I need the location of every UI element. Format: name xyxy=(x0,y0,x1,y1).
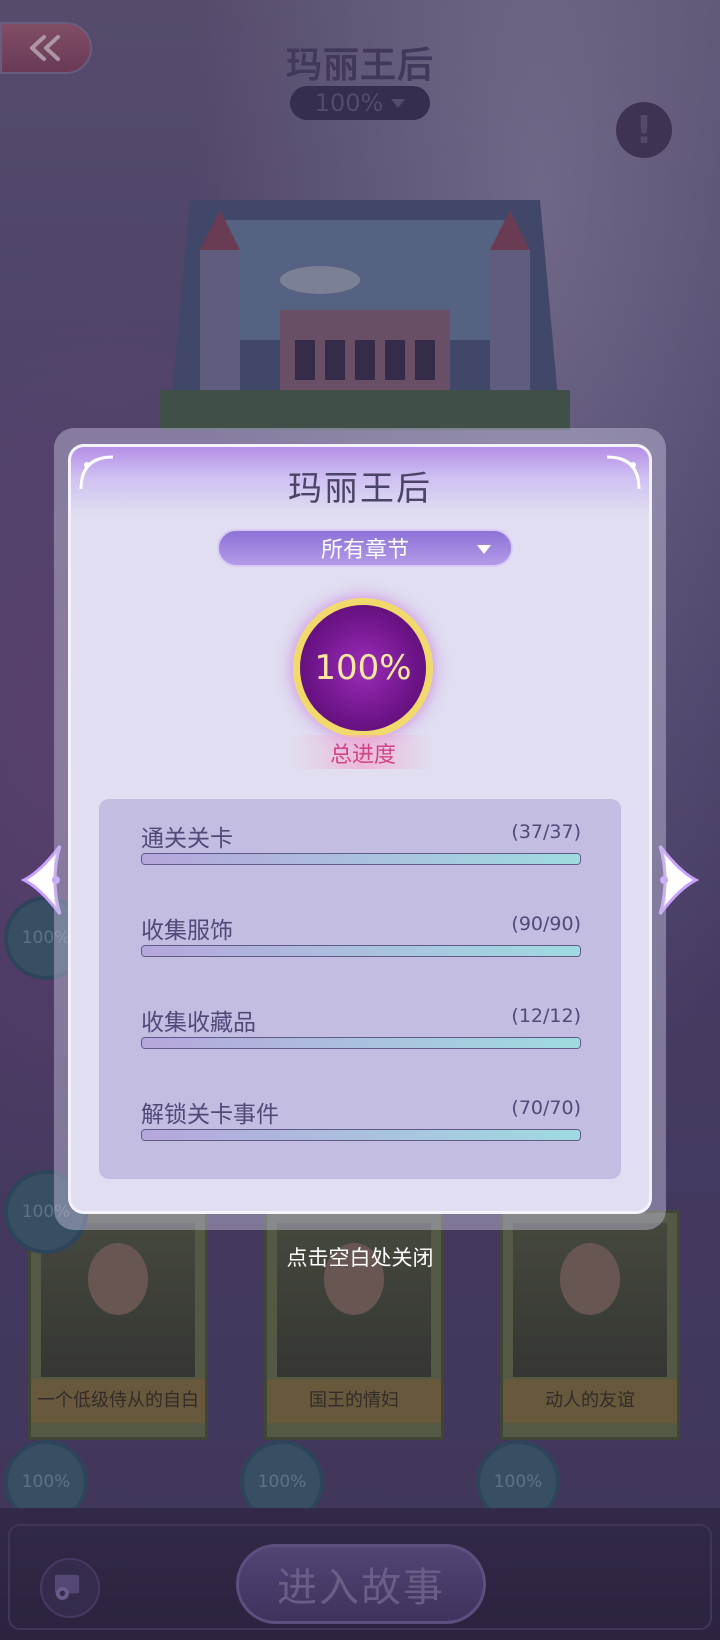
stat-name: 解锁关卡事件 xyxy=(141,1102,279,1128)
stat-name: 收集收藏品 xyxy=(141,1010,256,1036)
overall-progress-label: 总进度 xyxy=(329,743,396,768)
stat-row: 解锁关卡事件 (70/70) xyxy=(141,1095,581,1155)
stat-progress-bar xyxy=(141,1037,581,1049)
stat-progress-bar xyxy=(141,853,581,865)
chapter-select-value: 所有章节 xyxy=(320,538,409,563)
stats-panel: 通关关卡 (37/37) 收集服饰 (90/90) 收集收藏品 (12/12) … xyxy=(99,799,621,1179)
stat-row: 通关关卡 (37/37) xyxy=(141,819,581,879)
overall-progress-value: 100% xyxy=(314,648,412,688)
progress-modal: 玛丽王后 所有章节 100% 总进度 通关关卡 (37/37) 收集服饰 (90… xyxy=(68,444,652,1214)
stat-count: (37/37) xyxy=(511,821,581,843)
chapter-select[interactable]: 所有章节 xyxy=(217,529,513,567)
modal-title: 玛丽王后 xyxy=(288,469,432,509)
stat-count: (90/90) xyxy=(511,913,581,935)
overall-progress-ring: 100% xyxy=(293,598,433,738)
stat-progress-bar xyxy=(141,1129,581,1141)
stat-progress-bar xyxy=(141,945,581,957)
stat-count: (70/70) xyxy=(511,1097,581,1119)
stat-name: 收集服饰 xyxy=(141,918,233,944)
dropdown-arrow-icon xyxy=(477,545,491,554)
stat-row: 收集服饰 (90/90) xyxy=(141,911,581,971)
stat-name: 通关关卡 xyxy=(141,826,233,852)
stat-count: (12/12) xyxy=(511,1005,581,1027)
stat-row: 收集收藏品 (12/12) xyxy=(141,1003,581,1063)
close-hint: 点击空白处关闭 xyxy=(286,1246,434,1270)
